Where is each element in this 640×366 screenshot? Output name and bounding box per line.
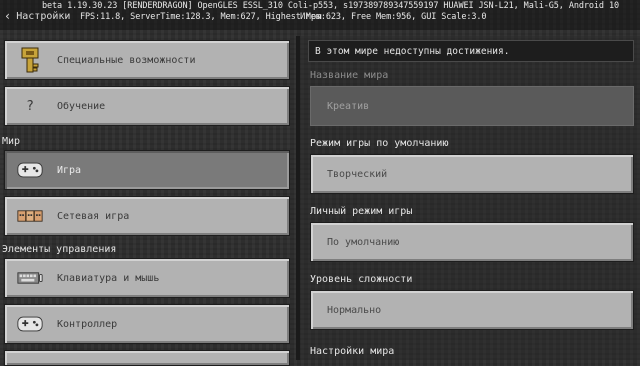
personal-game-mode-label: Личный режим игры [310, 206, 413, 217]
sidebar-item-accessibility[interactable]: Специальные возможности [4, 40, 290, 80]
section-header-world: Мир [2, 136, 21, 147]
key-icon [17, 47, 43, 73]
question-icon: ? [26, 98, 34, 114]
sidebar-item-label: Специальные возможности [57, 54, 196, 66]
sidebar-item-multiplayer[interactable]: Сетевая игра [4, 196, 290, 236]
debug-line-2: FPS:11.8, ServerTime:128.3, Mem:627, Hig… [80, 12, 487, 22]
sidebar-item-label: Обучение [57, 100, 106, 112]
settings-sidebar: Специальные возможности ? Обучение Мир И… [0, 36, 296, 366]
sidebar-item-keyboard-mouse[interactable]: Клавиатура и мышь [4, 258, 290, 298]
achievements-notice: В этом мире недоступны достижения. [308, 40, 634, 62]
multiplayer-icon [17, 203, 43, 229]
difficulty-label: Уровень сложности [310, 274, 413, 285]
top-bar: ‹ Настройки beta 1.19.30.23 [RENDERDRAGO… [0, 0, 640, 30]
debug-line-1: beta 1.19.30.23 [RENDERDRAGON] OpenGLES … [42, 1, 620, 11]
controller-icon [17, 311, 43, 337]
sidebar-item-tutorial[interactable]: ? Обучение [4, 86, 290, 126]
default-game-mode-label: Режим игры по умолчанию [310, 138, 449, 149]
sidebar-item-label: Сетевая игра [57, 210, 130, 222]
page-title: Игры [300, 12, 322, 22]
world-name-label: Название мира [310, 70, 389, 81]
section-header-controls: Элементы управления [2, 244, 117, 255]
sidebar-item-game[interactable]: Игра [4, 150, 290, 190]
sidebar-item-label: Клавиатура и мышь [57, 272, 160, 284]
chevron-left-icon: ‹ [4, 9, 12, 23]
default-game-mode-dropdown[interactable]: Творческий [310, 154, 634, 194]
debug-overlay: beta 1.19.30.23 [RENDERDRAGON] OpenGLES … [40, 1, 640, 23]
keyboard-icon [17, 265, 43, 291]
gamepad-icon [17, 157, 43, 183]
world-settings-header: Настройки мира [310, 346, 395, 357]
sidebar-item-controller[interactable]: Контроллер [4, 304, 290, 344]
world-name-input[interactable]: Креатив [310, 86, 634, 126]
game-settings-panel: В этом мире недоступны достижения. Назва… [300, 36, 640, 360]
sidebar-item-partial[interactable] [4, 350, 290, 366]
sidebar-item-label: Контроллер [57, 318, 118, 330]
difficulty-dropdown[interactable]: Нормально [310, 290, 634, 330]
sidebar-item-label: Игра [57, 164, 82, 176]
personal-game-mode-dropdown[interactable]: По умолчанию [310, 222, 634, 262]
